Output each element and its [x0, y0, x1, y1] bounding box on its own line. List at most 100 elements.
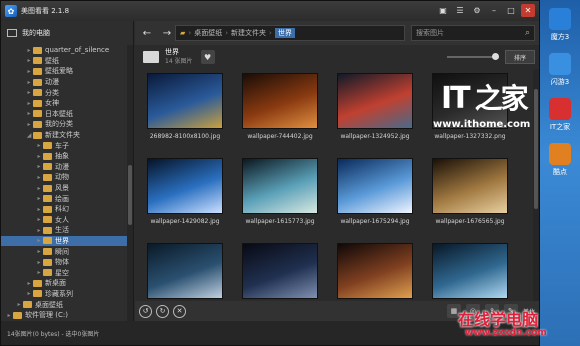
- collapse-arrow-icon[interactable]: ◢: [25, 132, 33, 139]
- favorite-button[interactable]: ♥: [200, 50, 215, 64]
- tree-item[interactable]: ▸ 我的分类: [1, 119, 127, 130]
- thumbnail-image[interactable]: [337, 158, 413, 214]
- desktop-shortcut[interactable]: 酷点: [540, 143, 580, 177]
- breadcrumb-item[interactable]: 世界: [274, 28, 295, 38]
- expand-arrow-icon[interactable]: ▸: [35, 227, 43, 234]
- expand-arrow-icon[interactable]: ▸: [25, 57, 33, 64]
- desktop-shortcut[interactable]: 魔方3: [540, 8, 580, 42]
- minimize-button[interactable]: –: [487, 4, 501, 17]
- tree-item[interactable]: ▸ 软件管理 (C:): [1, 310, 127, 321]
- thumbnail-item[interactable]: wallpaper-744402.jpg: [236, 69, 324, 145]
- tree-item[interactable]: ▸ 动漫: [1, 77, 127, 88]
- forward-button[interactable]: →: [159, 25, 175, 41]
- expand-arrow-icon[interactable]: ▸: [5, 312, 13, 319]
- tree-item[interactable]: ▸ 动漫: [1, 162, 127, 173]
- tree-item[interactable]: ▸ 瞬间: [1, 246, 127, 257]
- tree-item[interactable]: ▸ 星空: [1, 267, 127, 278]
- thumbnail-item[interactable]: wallpaper-1429082.jpg: [141, 154, 229, 230]
- tree-item[interactable]: ▸ 女神: [1, 98, 127, 109]
- tree-item[interactable]: ▸ 科幻: [1, 204, 127, 215]
- thumbnail-image[interactable]: [242, 243, 318, 299]
- expand-arrow-icon[interactable]: ▸: [35, 142, 43, 149]
- title-bar[interactable]: ✿ 美图看看 2.1.8 ▣ ☰ ⚙ – □ ✕: [1, 1, 539, 21]
- expand-arrow-icon[interactable]: ▸: [25, 280, 33, 287]
- tree-item[interactable]: ▸ 女人: [1, 215, 127, 226]
- sidebar-header[interactable]: 我的电脑: [1, 21, 133, 45]
- tree-item[interactable]: ▸ 世界: [1, 235, 127, 247]
- tree-item[interactable]: ▸ 车子: [1, 140, 127, 151]
- tree-item[interactable]: ▸ 风景: [1, 183, 127, 194]
- expand-arrow-icon[interactable]: ▸: [25, 68, 33, 75]
- tree-item[interactable]: ▸ 绘画: [1, 193, 127, 204]
- tree-item[interactable]: ▸ 生活: [1, 225, 127, 236]
- expand-arrow-icon[interactable]: ▸: [35, 259, 43, 266]
- expand-arrow-icon[interactable]: ▸: [15, 301, 23, 308]
- address-bar[interactable]: ▰ › 桌面壁纸 › 新建文件夹 › 世界: [175, 25, 405, 41]
- thumbnail-item[interactable]: wallpaper-1324952.jpg: [331, 69, 419, 145]
- expand-arrow-icon[interactable]: ▸: [35, 185, 43, 192]
- expand-arrow-icon[interactable]: ▸: [25, 89, 33, 96]
- theme-icon[interactable]: ▣: [436, 4, 450, 17]
- desktop-shortcut[interactable]: 闪游3: [540, 53, 580, 87]
- expand-arrow-icon[interactable]: ▸: [25, 121, 33, 128]
- tree-item[interactable]: ◢ 新建文件夹: [1, 130, 127, 141]
- tree-item[interactable]: ▸ quarter_of_silence: [1, 45, 127, 56]
- search-icon[interactable]: ⌕: [525, 28, 530, 38]
- thumbnail-item[interactable]: wallpaper-1675294.jpg: [331, 154, 419, 230]
- rotate-right-button[interactable]: ↻: [156, 304, 169, 318]
- thumbnail-item[interactable]: [331, 239, 419, 301]
- thumbnail-image[interactable]: [242, 73, 318, 129]
- tree-item[interactable]: ▸ 物体: [1, 257, 127, 268]
- expand-arrow-icon[interactable]: ▸: [25, 100, 33, 107]
- menu-icon[interactable]: ⚙: [470, 4, 484, 17]
- thumbnail-image[interactable]: [337, 73, 413, 129]
- delete-button[interactable]: ✕: [173, 304, 186, 318]
- tree-item[interactable]: ▸ 日本壁纸: [1, 109, 127, 120]
- thumbnail-image[interactable]: [432, 158, 508, 214]
- thumbnail-image[interactable]: [147, 158, 223, 214]
- tree-item[interactable]: ▸ 分类: [1, 87, 127, 98]
- sort-button[interactable]: 排序: [505, 50, 535, 64]
- thumbnail-image[interactable]: [147, 243, 223, 299]
- tree-item[interactable]: ▸ 珍藏系列: [1, 289, 127, 300]
- tree-item[interactable]: ▸ 动物: [1, 172, 127, 183]
- expand-arrow-icon[interactable]: ▸: [35, 153, 43, 160]
- expand-arrow-icon[interactable]: ▸: [35, 237, 43, 244]
- thumbnail-image[interactable]: [337, 243, 413, 299]
- tree-item[interactable]: ▸ 桌面壁纸: [1, 299, 127, 310]
- thumbnail-image[interactable]: [147, 73, 223, 129]
- sidebar-scrollbar[interactable]: [127, 45, 133, 321]
- thumbnail-image[interactable]: [242, 158, 318, 214]
- tree-item[interactable]: ▸ 壁纸爱略: [1, 66, 127, 77]
- expand-arrow-icon[interactable]: ▸: [35, 248, 43, 255]
- grid-scrollbar[interactable]: [533, 69, 539, 301]
- expand-arrow-icon[interactable]: ▸: [25, 79, 33, 86]
- expand-arrow-icon[interactable]: ▸: [35, 174, 43, 181]
- grid-scroll-thumb[interactable]: [534, 89, 538, 209]
- expand-arrow-icon[interactable]: ▸: [25, 290, 33, 297]
- expand-arrow-icon[interactable]: ▸: [35, 216, 43, 223]
- thumbnail-item[interactable]: wallpaper-1676565.jpg: [426, 154, 514, 230]
- close-button[interactable]: ✕: [521, 4, 535, 17]
- expand-arrow-icon[interactable]: ▸: [25, 47, 33, 54]
- expand-arrow-icon[interactable]: ▸: [25, 110, 33, 117]
- desktop-shortcut[interactable]: IT之家: [540, 98, 580, 132]
- back-button[interactable]: ←: [139, 25, 155, 41]
- expand-arrow-icon[interactable]: ▸: [35, 269, 43, 276]
- maximize-button[interactable]: □: [504, 4, 518, 17]
- slider-knob[interactable]: [492, 53, 499, 60]
- breadcrumb-item[interactable]: 桌面壁纸: [194, 28, 222, 38]
- thumbnail-image[interactable]: [432, 243, 508, 299]
- search-input[interactable]: 搜索图片 ⌕: [411, 25, 535, 41]
- expand-arrow-icon[interactable]: ▸: [35, 206, 43, 213]
- skin-icon[interactable]: ☰: [453, 4, 467, 17]
- tree-item[interactable]: ▸ 壁纸: [1, 56, 127, 67]
- thumbnail-item[interactable]: wallpaper-1615773.jpg: [236, 154, 324, 230]
- expand-arrow-icon[interactable]: ▸: [35, 163, 43, 170]
- breadcrumb-item[interactable]: 新建文件夹: [231, 28, 266, 38]
- thumbnail-item[interactable]: 268982-8100x8100.jpg: [141, 69, 229, 145]
- tree-item[interactable]: ▸ 新桌面: [1, 278, 127, 289]
- thumbnail-item[interactable]: [236, 239, 324, 301]
- thumbnail-item[interactable]: [141, 239, 229, 301]
- thumbnail-size-slider[interactable]: [447, 53, 499, 60]
